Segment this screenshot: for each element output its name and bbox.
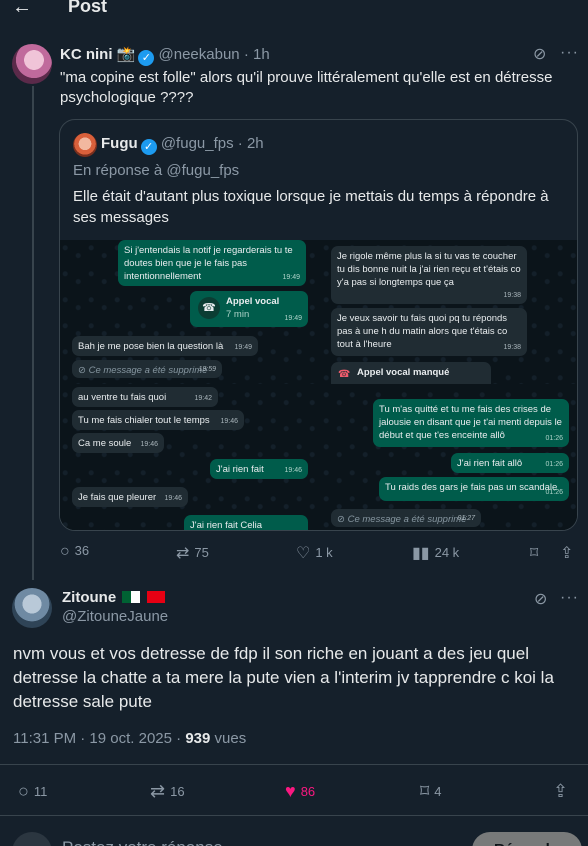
chat-panel-4: Tu m'as quitté et tu me fais des crises … bbox=[321, 387, 577, 530]
verified-icon: ✓ bbox=[138, 50, 155, 66]
more-icon[interactable]: ··· bbox=[560, 44, 579, 62]
phone-icon: ☎ bbox=[198, 297, 220, 319]
divider bbox=[0, 764, 588, 765]
repost-button[interactable]: ⇄ 75 bbox=[176, 543, 209, 563]
more-icon[interactable]: ··· bbox=[560, 589, 579, 607]
post2-text: nvm vous et vos detresse de fdp il son r… bbox=[13, 644, 554, 711]
reply-button[interactable]: ○ 36 bbox=[60, 543, 89, 561]
views-count: 939 bbox=[185, 730, 211, 747]
chat-screenshots[interactable]: Si j'entendais la notif je regarderais t… bbox=[60, 240, 577, 530]
dot-separator: · bbox=[237, 135, 243, 152]
chat-bubble: Tu me fais chialer tout le temps 19:46 bbox=[72, 410, 244, 430]
chat-bubble: J'ai rien fait 19:46 bbox=[210, 459, 308, 479]
views-button[interactable]: ▮▮ 24 k bbox=[412, 543, 459, 563]
reply-input[interactable]: Postez votre réponse bbox=[62, 838, 223, 846]
back-arrow-icon[interactable]: ← bbox=[12, 0, 32, 19]
page-title: Post bbox=[68, 0, 108, 16]
like-button[interactable]: ♥ 86 bbox=[285, 781, 315, 802]
quote-time: 2h bbox=[246, 135, 264, 152]
grok-icon[interactable]: ⊘ bbox=[534, 589, 547, 609]
reply-submit-button[interactable]: Répondre bbox=[472, 832, 582, 846]
quote-author-handle: @fugu_fps bbox=[160, 135, 234, 152]
missed-call-bubble: ☎ Appel vocal manqué bbox=[331, 362, 491, 384]
chat-panel-2: Je rigole même plus la si tu vas te couc… bbox=[321, 240, 577, 384]
chat-panel-1: Si j'entendais la notif je regarderais t… bbox=[60, 240, 318, 384]
avatar-post2[interactable] bbox=[12, 588, 52, 628]
repost-icon: ⇄ bbox=[150, 781, 166, 801]
reply-icon: ○ bbox=[18, 781, 29, 801]
chat-panel-3: au ventre tu fais quoi 19:42 Tu me fais c… bbox=[60, 387, 318, 530]
voice-call-bubble: ☎ Appel vocal 7 min 19:49 bbox=[190, 291, 308, 327]
chat-bubble: Je fais que pleurer 19:46 bbox=[72, 487, 188, 507]
share-icon: ⇪ bbox=[553, 781, 569, 801]
views-icon: ▮▮ bbox=[412, 545, 430, 562]
chat-bubble: Je rigole même plus la si tu vas te couc… bbox=[331, 246, 527, 304]
heart-icon: ♡ bbox=[296, 545, 311, 562]
chat-bubble: J'ai rien fait Celia bbox=[184, 515, 308, 530]
verified-icon: ✓ bbox=[140, 139, 157, 155]
chat-bubble: au ventre tu fais quoi 19:42 bbox=[72, 387, 218, 407]
share-button[interactable]: ⇪ bbox=[560, 543, 578, 563]
reply-button[interactable]: ○ 11 bbox=[18, 781, 47, 802]
divider bbox=[0, 815, 588, 816]
reply-composer: Postez votre réponse Répondre bbox=[0, 828, 588, 846]
chat-bubble: Je veux savoir tu fais quoi pq tu répond… bbox=[331, 308, 527, 356]
post1-text: "ma copine est folle" alors qu'il prouve… bbox=[60, 69, 553, 106]
quote-author-name: Fugu bbox=[101, 135, 138, 152]
deleted-bubble: ⊘ Ce message a été supprimé 19:59 bbox=[72, 360, 222, 378]
post2-actions: ○ 11 ⇄ 16 ♥ 86 ⌑ 4 ⇪ bbox=[0, 779, 588, 801]
avatar-self bbox=[12, 832, 52, 846]
chat-bubble: J'ai rien fait allô 01:26 bbox=[451, 453, 569, 473]
chat-bubble: Bah je me pose bien la question là 19:49 bbox=[72, 336, 258, 356]
post1-meta: KC nini 📸 ✓ @neekabun · 1h bbox=[60, 45, 270, 66]
author-name[interactable]: KC nini 📸 bbox=[60, 46, 135, 63]
chat-bubble: Tu m'as quitté et tu me fais des crises … bbox=[373, 399, 569, 447]
avatar-quote bbox=[73, 133, 97, 157]
post-timestamp[interactable]: 11:31 PM · 19 oct. 2025 · 939 vues bbox=[13, 730, 246, 747]
bookmark-icon: ⌑ bbox=[420, 781, 430, 801]
chat-bubble: Si j'entendais la notif je regarderais t… bbox=[118, 240, 306, 286]
post-time[interactable]: 1h bbox=[253, 46, 270, 63]
quote-text: Elle était d'autant plus toxique lorsque… bbox=[73, 188, 549, 226]
quoted-post[interactable]: Fugu ✓ @fugu_fps · 2h En réponse à @fugu_… bbox=[59, 119, 578, 531]
heart-filled-icon: ♥ bbox=[285, 781, 296, 801]
share-icon: ⇪ bbox=[560, 545, 574, 562]
tunisia-flag-icon bbox=[146, 591, 165, 603]
chat-bubble: Ca me soule 19:46 bbox=[72, 433, 164, 453]
share-button[interactable]: ⇪ bbox=[553, 781, 573, 802]
quote-reply-to: En réponse à @fugu_fps bbox=[73, 162, 240, 179]
like-button[interactable]: ♡ 1 k bbox=[296, 543, 333, 563]
bookmark-button[interactable]: ⌑ bbox=[530, 543, 543, 563]
bookmark-button[interactable]: ⌑ 4 bbox=[420, 781, 441, 802]
chat-bubble: Tu raids des gars je fais pas un scandal… bbox=[379, 477, 569, 501]
post2-meta: Zitoune bbox=[62, 589, 165, 606]
repost-icon: ⇄ bbox=[176, 545, 190, 562]
missed-call-icon: ☎ bbox=[338, 369, 351, 380]
header: ← Post bbox=[0, 0, 588, 22]
repost-button[interactable]: ⇄ 16 bbox=[150, 781, 185, 802]
dot-separator: · bbox=[243, 46, 249, 63]
algeria-flag-icon bbox=[122, 591, 141, 603]
author-handle[interactable]: @neekabun bbox=[159, 46, 240, 63]
grok-icon[interactable]: ⊘ bbox=[533, 44, 546, 64]
bookmark-icon: ⌑ bbox=[530, 545, 539, 562]
avatar-post1[interactable] bbox=[12, 44, 52, 84]
post1-actions: ○ 36 ⇄ 75 ♡ 1 k ▮▮ 24 k ⌑ ⇪ bbox=[60, 543, 580, 563]
quote-meta: Fugu ✓ @fugu_fps · 2h bbox=[101, 135, 264, 155]
author-name[interactable]: Zitoune bbox=[62, 589, 116, 606]
author-handle[interactable]: @ZitouneJaune bbox=[62, 608, 168, 625]
deleted-bubble: ⊘ Ce message a été supprimé 01:27 bbox=[331, 509, 481, 527]
thread-connector bbox=[32, 86, 34, 580]
reply-icon: ○ bbox=[60, 543, 70, 560]
